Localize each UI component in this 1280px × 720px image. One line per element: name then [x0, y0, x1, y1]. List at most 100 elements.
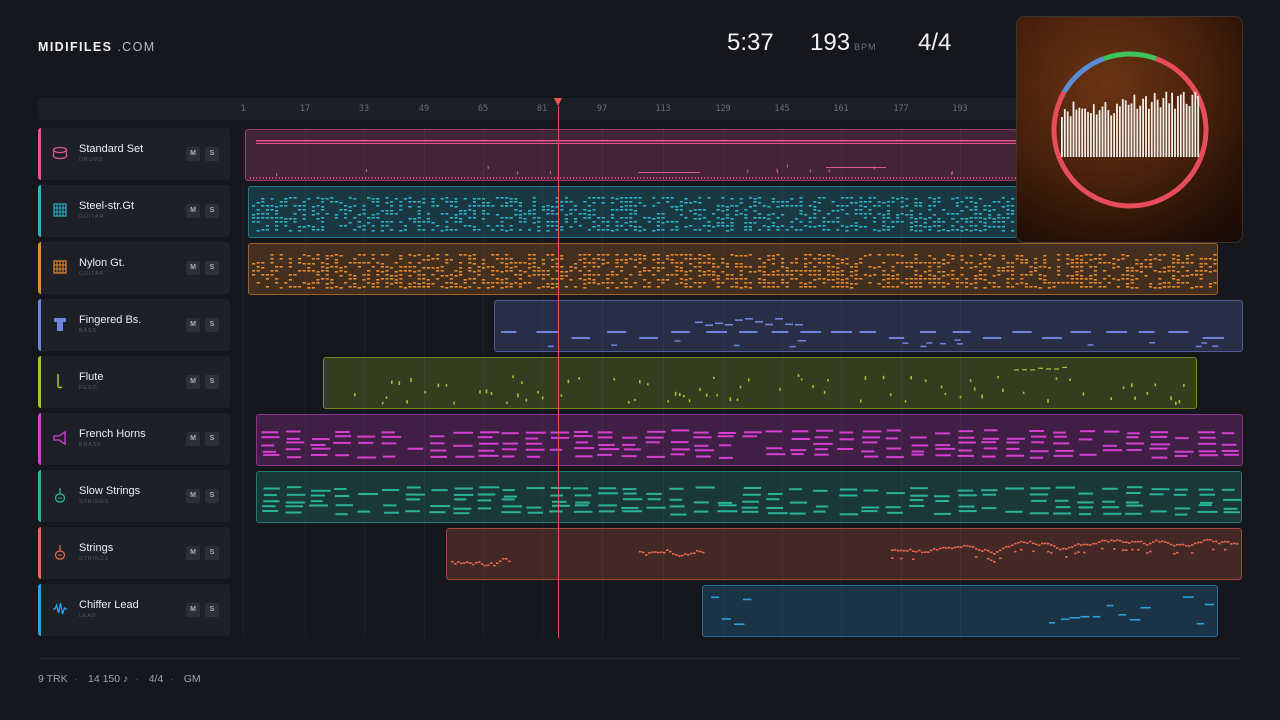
- midi-note: [508, 560, 511, 563]
- visualizer-bar: [1165, 91, 1168, 157]
- solo-button[interactable]: S: [205, 147, 219, 161]
- midi-clip-french-horns[interactable]: [256, 414, 1243, 466]
- midi-note: [505, 266, 509, 268]
- midi-note: [544, 177, 546, 179]
- midi-note: [576, 177, 578, 179]
- midi-note: [1024, 283, 1028, 285]
- mute-button[interactable]: M: [186, 204, 200, 218]
- midi-note: [1020, 548, 1023, 551]
- midi-note: [1122, 386, 1125, 389]
- track-header-standard-set[interactable]: Standard Set DRUMS M S: [38, 128, 230, 180]
- midi-note: [836, 267, 840, 269]
- track-header-chiffer-lead[interactable]: Chiffer Lead LEAD M S: [38, 584, 230, 636]
- midi-clip-slow-strings[interactable]: [256, 471, 1242, 523]
- midi-note: [638, 197, 642, 199]
- mute-button[interactable]: M: [186, 489, 200, 503]
- midi-clip-nylon-gt[interactable]: [248, 243, 1218, 295]
- solo-button[interactable]: S: [205, 204, 219, 218]
- track-header-nylon-gt[interactable]: Nylon Gt. GUITAR M S: [38, 242, 230, 294]
- midi-note: [380, 225, 384, 227]
- mute-button[interactable]: M: [186, 432, 200, 446]
- solo-button[interactable]: S: [205, 375, 219, 389]
- track-header-slow-strings[interactable]: Slow Strings STRINGS M S: [38, 470, 230, 522]
- midi-note: [954, 339, 961, 341]
- mute-button[interactable]: M: [186, 546, 200, 560]
- midi-clip-flute[interactable]: [323, 357, 1197, 409]
- midi-note: [546, 286, 550, 288]
- midi-note: [652, 259, 656, 261]
- midi-note: [1176, 279, 1180, 281]
- midi-note: [1172, 286, 1176, 288]
- solo-button[interactable]: S: [205, 318, 219, 332]
- midi-note: [279, 254, 283, 256]
- midi-note: [707, 262, 711, 264]
- midi-note: [1149, 286, 1153, 288]
- midi-note: [1024, 259, 1028, 261]
- solo-button[interactable]: S: [205, 432, 219, 446]
- solo-button[interactable]: S: [205, 603, 219, 617]
- midi-clip-chiffer-lead[interactable]: [702, 585, 1218, 637]
- midi-note: [859, 226, 863, 228]
- playhead-handle[interactable]: [554, 98, 562, 106]
- midi-note: [477, 266, 481, 268]
- midi-note: [981, 489, 998, 492]
- midi-note: [311, 282, 315, 284]
- midi-note: [739, 331, 758, 333]
- midi-note: [256, 143, 1016, 144]
- midi-note: [693, 201, 697, 203]
- solo-button[interactable]: S: [205, 489, 219, 503]
- midi-note: [630, 177, 632, 179]
- midi-note: [302, 218, 306, 220]
- midi-note: [413, 221, 417, 223]
- midi-note: [684, 254, 688, 256]
- brand-suffix: .COM: [117, 40, 156, 54]
- mute-button[interactable]: M: [186, 261, 200, 275]
- midi-note: [776, 201, 780, 203]
- midi-note: [592, 202, 596, 204]
- mute-button[interactable]: M: [186, 603, 200, 617]
- track-header-french-horns[interactable]: French Horns BRASS M S: [38, 413, 230, 465]
- midi-note: [1043, 255, 1047, 257]
- track-header-flute[interactable]: Flute REED M S: [38, 356, 230, 408]
- midi-note: [910, 376, 912, 380]
- midi-note: [645, 436, 664, 439]
- solo-button[interactable]: S: [205, 261, 219, 275]
- midi-note: [1131, 383, 1133, 387]
- brand-name: MIDIFILES: [38, 40, 113, 54]
- midi-note: [813, 279, 817, 281]
- midi-note: [905, 214, 909, 216]
- midi-note: [1162, 267, 1166, 269]
- midi-note: [270, 270, 274, 272]
- midi-note: [932, 198, 936, 200]
- mute-button[interactable]: M: [186, 147, 200, 161]
- midi-note: [505, 270, 509, 272]
- midi-note: [621, 443, 636, 446]
- midi-note: [753, 205, 757, 207]
- midi-clip-fingered-bs[interactable]: [494, 300, 1243, 352]
- grid-line: [243, 128, 244, 638]
- mute-button[interactable]: M: [186, 318, 200, 332]
- track-header-fingered-bs[interactable]: Fingered Bs. BASS M S: [38, 299, 230, 351]
- midi-note: [804, 214, 808, 216]
- midi-clip-steel-str-gt[interactable]: [248, 186, 1017, 238]
- midi-note: [564, 271, 568, 273]
- guitar-neck-icon: [52, 259, 68, 275]
- midi-note: [973, 387, 976, 391]
- midi-note: [739, 287, 743, 289]
- midi-note: [633, 266, 637, 268]
- midi-note: [781, 266, 785, 268]
- midi-note: [1146, 552, 1149, 554]
- midi-clip-strings[interactable]: [446, 528, 1242, 580]
- midi-note: [316, 205, 320, 207]
- playhead[interactable]: [558, 106, 559, 638]
- mute-button[interactable]: M: [186, 375, 200, 389]
- midi-clip-standard-set[interactable]: [245, 129, 1017, 181]
- track-header-steel-str-gt[interactable]: Steel-str.Gt GUITAR M S: [38, 185, 230, 237]
- midi-note: [348, 197, 352, 199]
- midi-note: [413, 177, 415, 179]
- track-header-strings[interactable]: Strings STRINGS M S: [38, 527, 230, 579]
- midi-note: [505, 202, 509, 204]
- midi-note: [1221, 443, 1237, 446]
- solo-button[interactable]: S: [205, 546, 219, 560]
- midi-note: [880, 177, 882, 179]
